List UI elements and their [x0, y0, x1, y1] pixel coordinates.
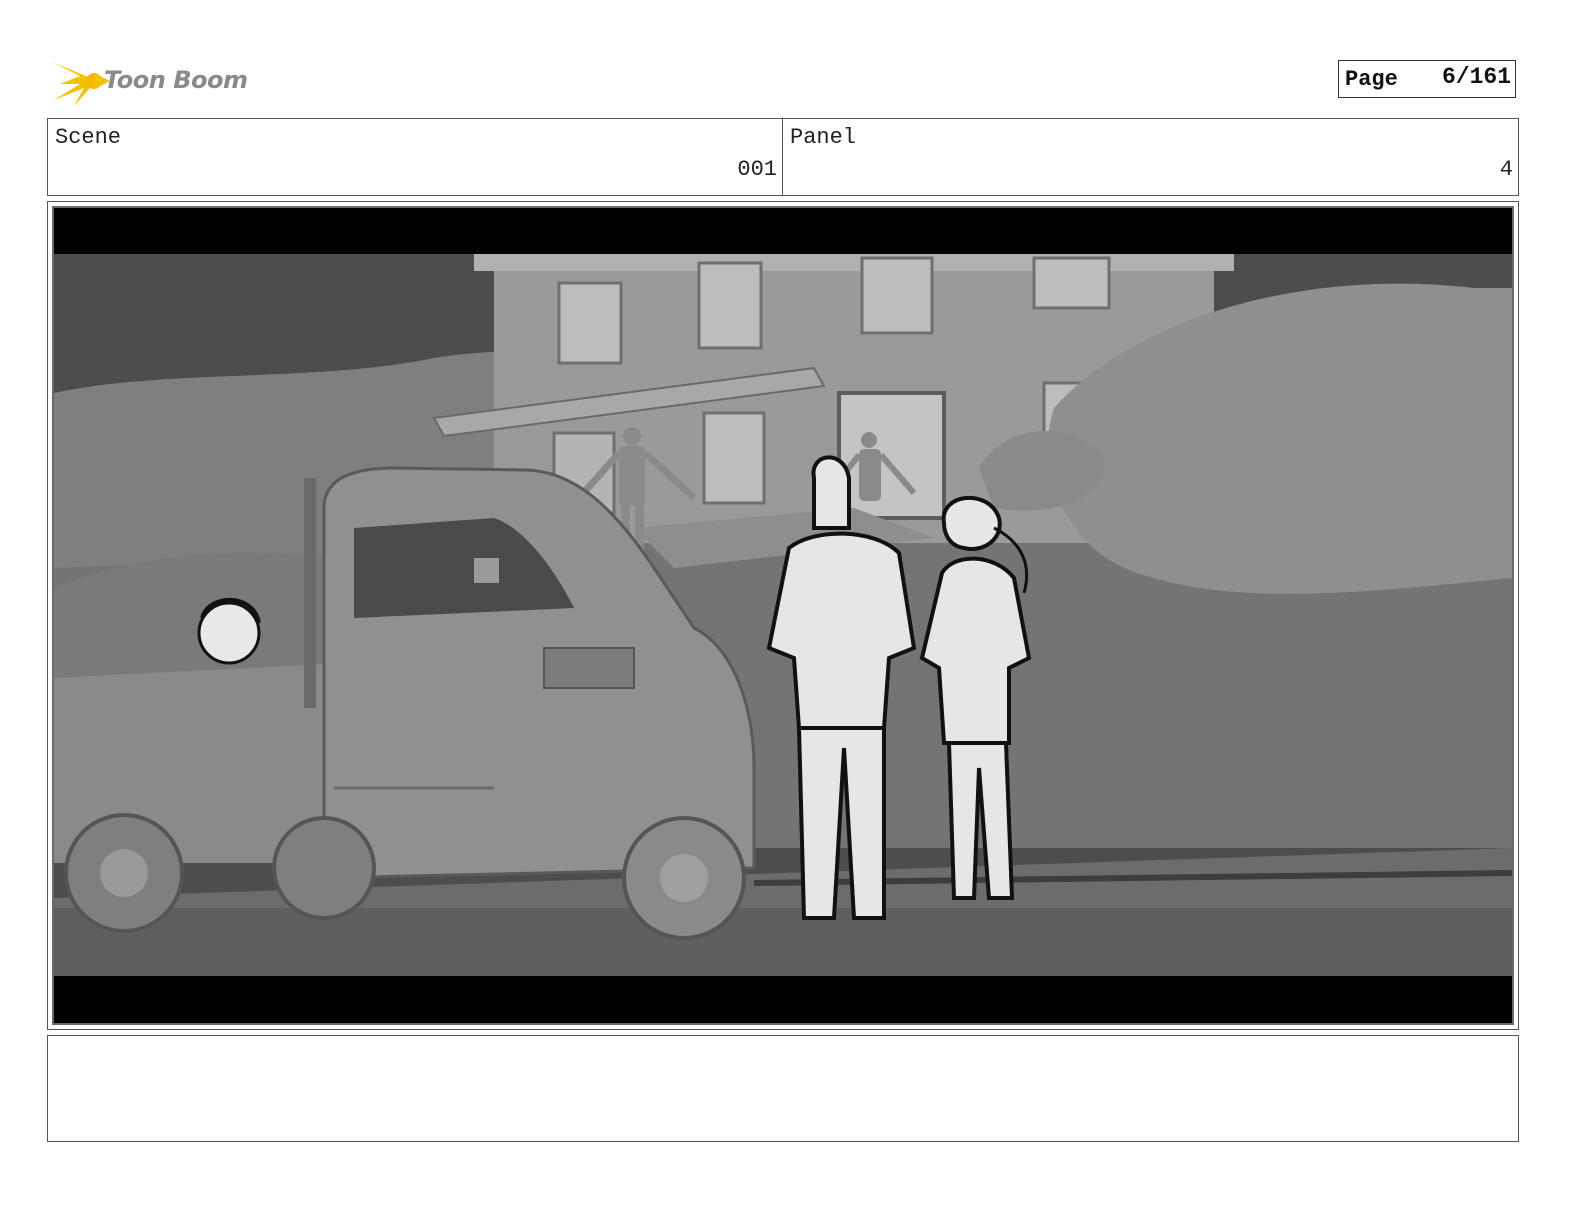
page-number: 6/161: [1441, 64, 1511, 90]
scene-number: 001: [737, 157, 777, 182]
panel-label: Panel: [790, 125, 857, 150]
page-counter: Page 6/161: [1338, 60, 1516, 98]
letterbox-top: [54, 208, 1512, 254]
toon-boom-logo: Toon Boom: [50, 54, 250, 108]
panel-notes: [47, 1035, 1519, 1142]
panel-cell: Panel 4: [783, 119, 1518, 195]
scene-cell: Scene 001: [48, 119, 783, 195]
letterbox-bottom: [54, 976, 1512, 1023]
logo-wordmark: Toon Boom: [104, 66, 248, 94]
scene-label: Scene: [55, 125, 122, 150]
starburst-icon: [52, 62, 110, 106]
scene-panel-info: Scene 001 Panel 4: [47, 118, 1519, 196]
panel-number: 4: [1499, 157, 1513, 182]
sketch-boy-head: [197, 597, 261, 665]
panel-image: [52, 206, 1514, 1025]
page-label: Page: [1345, 67, 1398, 92]
storyboard-drawing: [54, 208, 1512, 1023]
